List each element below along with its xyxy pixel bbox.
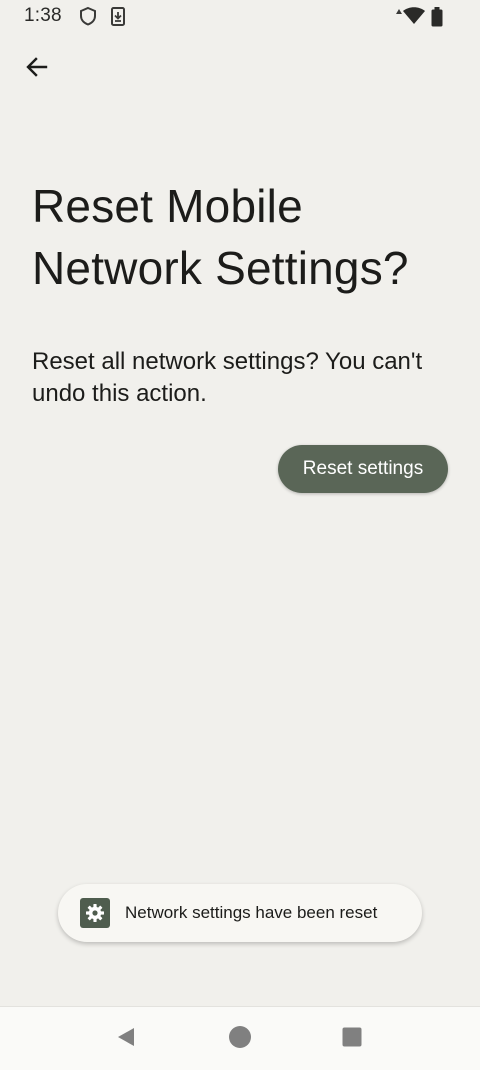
toast-message: Network settings have been reset	[125, 903, 378, 922]
nav-back-icon	[114, 1025, 138, 1054]
wifi-icon	[402, 6, 426, 26]
back-button[interactable]	[16, 48, 58, 90]
gear-icon	[80, 898, 110, 928]
toast: Network settings have been reset	[58, 884, 422, 942]
screen: 1:38 Reset Mobile Network Settings? Rese…	[0, 0, 480, 1070]
nav-home-button[interactable]	[226, 1025, 254, 1053]
reset-settings-button[interactable]: Reset settings	[278, 445, 448, 493]
download-icon	[109, 6, 127, 26]
arrow-back-icon	[24, 54, 50, 85]
navigation-bar	[0, 1006, 480, 1070]
battery-icon	[430, 6, 444, 28]
nav-recents-button[interactable]	[338, 1025, 366, 1053]
description-text: Reset all network settings? You can't un…	[32, 348, 423, 407]
shield-icon	[79, 6, 97, 26]
page-title: Reset Mobile Network Settings?	[32, 180, 409, 294]
status-time: 1:38	[24, 5, 62, 26]
status-bar: 1:38	[0, 0, 480, 34]
nav-home-icon	[228, 1025, 252, 1054]
nav-recents-icon	[340, 1025, 364, 1054]
nav-back-button[interactable]	[112, 1025, 140, 1053]
